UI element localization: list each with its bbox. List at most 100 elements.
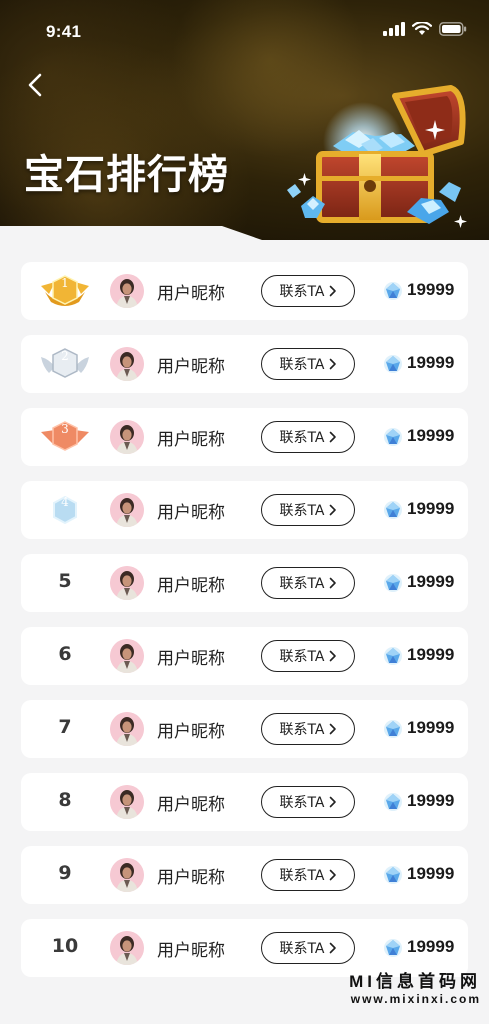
contact-button[interactable]: 联系TA bbox=[261, 494, 355, 526]
contact-button-label: 联系TA bbox=[279, 941, 325, 957]
gem-icon bbox=[384, 793, 402, 811]
chevron-right-icon bbox=[329, 650, 336, 662]
rank-number: 4 bbox=[61, 495, 69, 509]
rank-number: 10 bbox=[51, 935, 79, 957]
status-bar: 9:41 bbox=[0, 0, 489, 56]
gem-icon bbox=[384, 647, 402, 665]
avatar[interactable] bbox=[110, 420, 144, 454]
gem-icon bbox=[384, 355, 402, 373]
avatar[interactable] bbox=[110, 347, 144, 381]
avatar[interactable] bbox=[110, 785, 144, 819]
gem-score: 19999 bbox=[407, 280, 455, 299]
contact-button[interactable]: 联系TA bbox=[261, 421, 355, 453]
user-nickname: 用户昵称 bbox=[157, 503, 225, 523]
signal-icon bbox=[383, 22, 405, 36]
status-icons bbox=[383, 22, 467, 36]
user-nickname: 用户昵称 bbox=[157, 722, 225, 742]
user-nickname: 用户昵称 bbox=[157, 284, 225, 304]
contact-button-label: 联系TA bbox=[279, 284, 325, 300]
ranking-row: 2 用户昵称 联系TA 19999 bbox=[21, 335, 468, 393]
rank-number: 9 bbox=[58, 862, 72, 884]
gem-icon bbox=[384, 939, 402, 957]
ranking-row: 3 用户昵称 联系TA 19999 bbox=[21, 408, 468, 466]
contact-button[interactable]: 联系TA bbox=[261, 567, 355, 599]
chevron-right-icon bbox=[329, 504, 336, 516]
wifi-icon bbox=[412, 22, 432, 35]
gem-score: 19999 bbox=[407, 791, 455, 810]
gem-icon bbox=[384, 282, 402, 300]
gem-score: 19999 bbox=[407, 353, 455, 372]
rank-number: 8 bbox=[58, 789, 72, 811]
ranking-row: 8 用户昵称 联系TA 19999 bbox=[21, 773, 468, 831]
rank-number: 3 bbox=[61, 422, 69, 436]
watermark: MI信息首码网 www.mixinxi.com bbox=[349, 967, 481, 1006]
gem-icon bbox=[384, 720, 402, 738]
rank-number: 5 bbox=[58, 570, 72, 592]
contact-button[interactable]: 联系TA bbox=[261, 932, 355, 964]
contact-button-label: 联系TA bbox=[279, 649, 325, 665]
user-nickname: 用户昵称 bbox=[157, 649, 225, 669]
user-nickname: 用户昵称 bbox=[157, 941, 225, 961]
chevron-right-icon bbox=[329, 358, 336, 370]
user-nickname: 用户昵称 bbox=[157, 357, 225, 377]
gem-score: 19999 bbox=[407, 645, 455, 664]
avatar[interactable] bbox=[110, 493, 144, 527]
user-nickname: 用户昵称 bbox=[157, 430, 225, 450]
contact-button-label: 联系TA bbox=[279, 430, 325, 446]
ranking-row: 4 用户昵称 联系TA 19999 bbox=[21, 481, 468, 539]
chevron-right-icon bbox=[329, 723, 336, 735]
gem-score: 19999 bbox=[407, 864, 455, 883]
contact-button[interactable]: 联系TA bbox=[261, 786, 355, 818]
avatar[interactable] bbox=[110, 931, 144, 965]
contact-button[interactable]: 联系TA bbox=[261, 859, 355, 891]
ranking-row: 7 用户昵称 联系TA 19999 bbox=[21, 700, 468, 758]
avatar[interactable] bbox=[110, 639, 144, 673]
contact-button[interactable]: 联系TA bbox=[261, 713, 355, 745]
header-banner: 9:41 宝石排行榜 bbox=[0, 0, 489, 240]
contact-button[interactable]: 联系TA bbox=[261, 275, 355, 307]
chevron-right-icon bbox=[329, 942, 336, 954]
gem-score: 19999 bbox=[407, 572, 455, 591]
gem-score: 19999 bbox=[407, 718, 455, 737]
chevron-right-icon bbox=[329, 869, 336, 881]
contact-button-label: 联系TA bbox=[279, 868, 325, 884]
gem-score: 19999 bbox=[407, 937, 455, 956]
avatar[interactable] bbox=[110, 858, 144, 892]
avatar[interactable] bbox=[110, 566, 144, 600]
ranking-row: 9 用户昵称 联系TA 19999 bbox=[21, 846, 468, 904]
user-nickname: 用户昵称 bbox=[157, 576, 225, 596]
gem-icon bbox=[384, 866, 402, 884]
contact-button[interactable]: 联系TA bbox=[261, 640, 355, 672]
rank-number: 6 bbox=[58, 643, 72, 665]
avatar[interactable] bbox=[110, 274, 144, 308]
avatar[interactable] bbox=[110, 712, 144, 746]
contact-button[interactable]: 联系TA bbox=[261, 348, 355, 380]
chevron-right-icon bbox=[329, 431, 336, 443]
contact-button-label: 联系TA bbox=[279, 503, 325, 519]
gem-score: 19999 bbox=[407, 426, 455, 445]
watermark-url: www.mixinxi.com bbox=[350, 992, 481, 1006]
gem-icon bbox=[384, 428, 402, 446]
ranking-row: 5 用户昵称 联系TA 19999 bbox=[21, 554, 468, 612]
contact-button-label: 联系TA bbox=[279, 357, 325, 373]
gem-score: 19999 bbox=[407, 499, 455, 518]
user-nickname: 用户昵称 bbox=[157, 795, 225, 815]
chevron-right-icon bbox=[329, 285, 336, 297]
battery-icon bbox=[439, 22, 467, 36]
gem-icon bbox=[384, 501, 402, 519]
chevron-right-icon bbox=[329, 796, 336, 808]
ranking-row: 6 用户昵称 联系TA 19999 bbox=[21, 627, 468, 685]
page-title: 宝石排行榜 bbox=[24, 152, 229, 198]
user-nickname: 用户昵称 bbox=[157, 868, 225, 888]
contact-button-label: 联系TA bbox=[279, 576, 325, 592]
contact-button-label: 联系TA bbox=[279, 795, 325, 811]
rank-number: 2 bbox=[61, 349, 69, 363]
status-time: 9:41 bbox=[46, 22, 82, 41]
gem-icon bbox=[384, 574, 402, 592]
chevron-right-icon bbox=[329, 577, 336, 589]
ranking-row: 1 用户昵称 联系TA 19999 bbox=[21, 262, 468, 320]
back-arrow-icon[interactable] bbox=[22, 70, 52, 100]
rank-number: 7 bbox=[58, 716, 72, 738]
rank-number: 1 bbox=[61, 276, 69, 290]
contact-button-label: 联系TA bbox=[279, 722, 325, 738]
